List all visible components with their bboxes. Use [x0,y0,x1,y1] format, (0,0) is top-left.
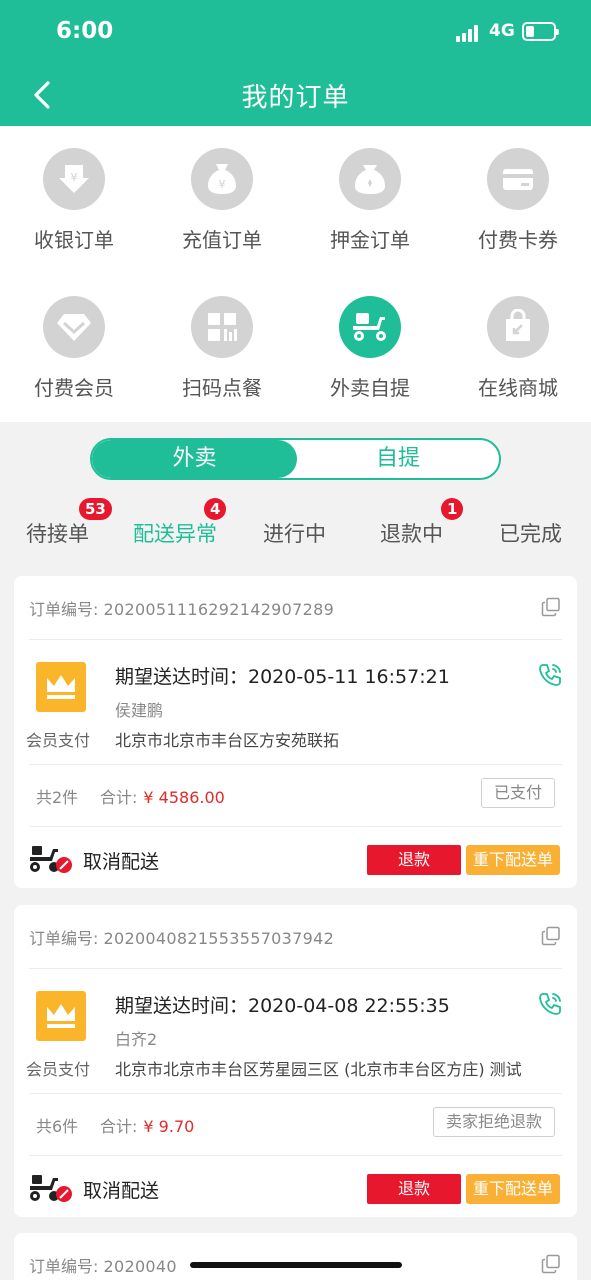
divider [29,968,562,969]
order-card[interactable]: 订单编号: 2020051116292142907289 会员支付 期望送达时间… [14,576,577,888]
grid-item-deposit[interactable]: 押金订单 [296,148,444,253]
delivery-status: 取消配送 [83,1180,160,1202]
order-card[interactable]: 订单编号: 2020040 [14,1233,577,1280]
total-amount: ¥ 4586.00 [143,788,225,807]
battery-icon [522,22,559,41]
order-status-tabs: 待接单 53 配送异常 4 进行中 退款中 1 已完成 [0,492,591,562]
order-total: 合计: ¥ 9.70 [100,1113,194,1137]
deposit-order-icon [339,148,401,210]
copy-icon[interactable] [541,1254,561,1274]
order-number: 订单编号: 2020051116292142907289 [29,596,334,620]
grid-label: 在线商城 [478,376,558,400]
customer-name: 侯建鹏 [115,701,164,720]
expected-delivery-time: 期望送达时间：2020-04-08 22:55:35 [115,995,450,1017]
payment-status-badge: 已支付 [480,778,555,808]
order-number-label: 订单编号: [29,600,99,619]
crown-icon [36,991,86,1041]
home-indicator[interactable] [190,1262,402,1268]
paid-card-icon [487,148,549,210]
phone-icon[interactable] [537,662,563,688]
divider [29,1093,562,1094]
cashier-order-icon: ¥ [43,148,105,210]
crown-icon [36,662,86,712]
delivery-status: 取消配送 [83,851,160,873]
divider [29,764,562,765]
grid-label: 充值订单 [182,228,262,252]
divider [29,826,562,827]
grid-item-paid-member[interactable]: 付费会员 [0,296,148,401]
order-number-label: 订单编号: [29,1257,99,1276]
grid-label: 付费卡券 [478,228,558,252]
tab-refunding[interactable]: 退款中 [380,518,443,548]
grid-label: 收银订单 [34,228,114,252]
order-number-label: 订单编号: [29,929,99,948]
refund-button[interactable]: 退款 [367,845,461,875]
redeliver-button[interactable]: 重下配送单 [466,1174,560,1204]
svg-text:¥: ¥ [71,171,78,184]
tab-in-progress[interactable]: 进行中 [263,518,326,548]
segment-takeout[interactable]: 外卖 [92,440,297,478]
delivery-address: 北京市北京市丰台区芳星园三区 (北京市丰台区方庄) 测试 [115,1060,522,1079]
signal-icon [456,24,482,42]
refund-button[interactable]: 退款 [367,1174,461,1204]
total-amount: ¥ 9.70 [143,1117,195,1136]
order-number: 订单编号: 2020040 [29,1253,177,1277]
tab-badge: 53 [79,498,112,520]
header-bar: 6:00 4G 我的订单 [0,0,591,126]
copy-icon[interactable] [541,926,561,946]
paid-member-icon [43,296,105,358]
expected-delivery-time: 期望送达时间：2020-05-11 16:57:21 [115,666,450,688]
copy-icon[interactable] [541,597,561,617]
grid-item-paid-card[interactable]: 付费卡券 [444,148,591,253]
refund-status-badge: 卖家拒绝退款 [432,1107,555,1137]
segment-pickup[interactable]: 自提 [297,440,499,478]
order-number-value: 2020040821553557037942 [103,929,335,948]
grid-item-takeout-pickup[interactable]: 外卖自提 [296,296,444,401]
grid-label: 押金订单 [330,228,410,252]
grid-item-scan-order[interactable]: 扫码点餐 [148,296,296,401]
grid-label: 外卖自提 [330,376,410,400]
scooter-cancel-icon [30,846,72,873]
grid-item-recharge[interactable]: ¥ 充值订单 [148,148,296,253]
order-total: 合计: ¥ 4586.00 [100,784,225,808]
redeliver-button[interactable]: 重下配送单 [466,845,560,875]
online-mall-icon [487,296,549,358]
network-label: 4G [489,21,515,41]
grid-label: 付费会员 [34,376,114,400]
total-label: 合计: [100,788,138,807]
order-card[interactable]: 订单编号: 2020040821553557037942 会员支付 期望送达时间… [14,905,577,1217]
payment-method: 会员支付 [26,1060,91,1079]
payment-method: 会员支付 [26,731,91,750]
status-time: 6:00 [56,18,114,44]
divider [29,1155,562,1156]
phone-icon[interactable] [537,991,563,1017]
grid-label: 扫码点餐 [182,376,262,400]
grid-item-cashier[interactable]: ¥ 收银订单 [0,148,148,253]
order-number-value: 2020051116292142907289 [103,600,335,619]
svg-text:¥: ¥ [219,178,226,191]
tab-delivery-exception[interactable]: 配送异常 [133,518,217,548]
recharge-order-icon: ¥ [191,148,253,210]
order-number-value: 2020040 [103,1257,177,1276]
takeout-pickup-icon [339,296,401,358]
grid-item-online-mall[interactable]: 在线商城 [444,296,591,401]
tab-badge: 1 [441,498,464,520]
item-count: 共6件 [36,1117,79,1136]
customer-name: 白齐2 [115,1030,158,1049]
item-count: 共2件 [36,788,79,807]
tab-badge: 4 [204,498,227,520]
tab-completed[interactable]: 已完成 [499,518,562,548]
delivery-type-toggle: 外卖 自提 [90,438,501,480]
scan-order-icon [191,296,253,358]
page-title: 我的订单 [241,83,350,113]
delivery-address: 北京市北京市丰台区方安苑联拓 [115,731,340,750]
order-category-grid: ¥ 收银订单 ¥ 充值订单 押金订单 付费卡券 付费会员 扫码点餐 外卖自提 在… [0,126,591,422]
total-label: 合计: [100,1117,138,1136]
scooter-cancel-icon [30,1175,72,1202]
divider [29,639,562,640]
order-number: 订单编号: 2020040821553557037942 [29,925,334,949]
tab-pending[interactable]: 待接单 [26,518,89,548]
